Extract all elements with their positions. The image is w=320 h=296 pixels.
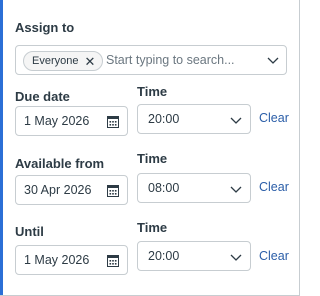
available-from-time-value: 08:00 — [148, 181, 180, 195]
due-date-label: Due date — [15, 89, 70, 104]
due-time-select[interactable]: 20:00 — [137, 104, 251, 134]
until-time-select[interactable]: 20:00 — [137, 241, 251, 271]
everyone-pill-label: Everyone — [32, 55, 79, 67]
card-accent-bar — [0, 0, 3, 296]
chevron-down-icon — [230, 186, 242, 193]
chevron-down-icon — [230, 254, 242, 261]
available-from-date-value: 30 Apr 2026 — [24, 183, 92, 197]
calendar-icon[interactable] — [107, 115, 119, 128]
due-date-input[interactable]: 1 May 2026 — [15, 106, 128, 136]
calendar-icon[interactable] — [107, 254, 119, 267]
due-time-value: 20:00 — [148, 112, 180, 126]
until-date-value: 1 May 2026 — [24, 253, 90, 267]
until-time-label: Time — [137, 220, 168, 235]
calendar-icon[interactable] — [107, 184, 119, 197]
available-from-date-input[interactable]: 30 Apr 2026 — [15, 175, 128, 205]
everyone-pill: Everyone ✕ — [23, 51, 104, 71]
chevron-down-icon — [230, 117, 242, 124]
assign-search-input[interactable] — [106, 49, 256, 71]
due-time-label: Time — [137, 84, 168, 99]
assign-to-combobox[interactable]: Everyone ✕ — [15, 45, 287, 75]
until-label: Until — [15, 224, 44, 239]
available-from-label: Available from — [15, 156, 105, 171]
assign-to-label: Assign to — [15, 20, 75, 35]
until-time-value: 20:00 — [148, 249, 180, 263]
available-from-time-select[interactable]: 08:00 — [137, 173, 251, 203]
until-clear-link[interactable]: Clear — [259, 249, 289, 263]
due-clear-link[interactable]: Clear — [259, 111, 289, 125]
chevron-down-icon[interactable] — [266, 53, 280, 67]
card-right-border — [299, 0, 300, 296]
until-date-input[interactable]: 1 May 2026 — [15, 245, 128, 275]
due-date-value: 1 May 2026 — [24, 114, 90, 128]
available-from-time-label: Time — [137, 151, 168, 166]
available-from-clear-link[interactable]: Clear — [259, 180, 289, 194]
close-icon[interactable]: ✕ — [84, 55, 95, 68]
